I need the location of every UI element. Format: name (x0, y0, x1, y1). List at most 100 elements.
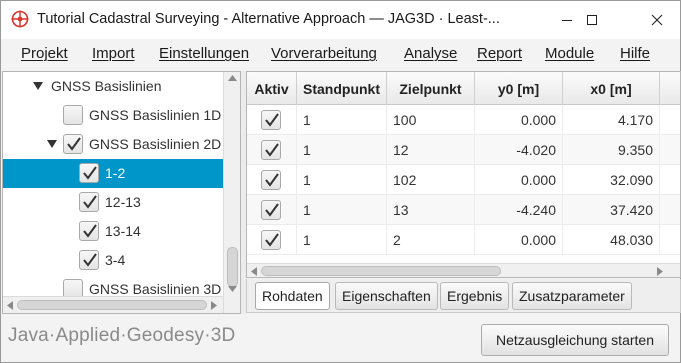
scroll-thumb[interactable] (227, 247, 238, 287)
checkbox[interactable] (261, 200, 281, 220)
expand-arrow-icon[interactable] (33, 82, 43, 90)
brand-label: Java·Applied·Geodesy·3D (8, 325, 236, 346)
menu-einstellungen[interactable]: Einstellungen (159, 45, 249, 62)
tree-item-gnss-2d[interactable]: GNSS Basislinien 2D (3, 130, 223, 159)
tree-vertical-scrollbar[interactable] (223, 72, 240, 313)
checkbox[interactable] (261, 140, 281, 160)
aktiv-cell[interactable] (247, 225, 297, 255)
checkmark-icon (83, 253, 97, 267)
zielpunkt-cell[interactable]: 100 (387, 105, 475, 135)
checkbox[interactable] (261, 230, 281, 250)
column-header-zielpunkt[interactable]: Zielpunkt (387, 72, 475, 105)
checkmark-icon (265, 113, 279, 127)
zielpunkt-cell[interactable]: 2 (387, 225, 475, 255)
scroll-right-icon[interactable] (657, 267, 663, 276)
tree-horizontal-scrollbar[interactable] (3, 296, 223, 313)
checkbox[interactable] (63, 105, 83, 125)
scroll-left-icon[interactable] (7, 301, 13, 310)
menu-hilfe[interactable]: Hilfe (620, 45, 650, 62)
checkbox[interactable] (261, 110, 281, 130)
y0-cell[interactable]: 0.000 (475, 165, 563, 195)
tree-item-1-2[interactable]: 1-2 (3, 159, 223, 188)
table-row[interactable]: 1 100 0.000 4.170 (247, 105, 680, 135)
standpunkt-cell[interactable]: 1 (297, 165, 387, 195)
data-tabs: Rohdaten Eigenschaften Ergebnis Zusatzpa… (246, 279, 681, 313)
table-horizontal-scrollbar[interactable] (247, 263, 680, 277)
x0-cell[interactable]: 32.090 (563, 165, 660, 195)
y0-cell[interactable]: -4.240 (475, 195, 563, 225)
tree-item-gnss-1d[interactable]: GNSS Basislinien 1D (3, 101, 223, 130)
checkbox[interactable] (63, 134, 83, 154)
scroll-right-icon[interactable] (211, 301, 217, 310)
aktiv-cell[interactable] (247, 135, 297, 165)
zielpunkt-cell[interactable]: 102 (387, 165, 475, 195)
x0-cell[interactable]: 48.030 (563, 225, 660, 255)
x0-cell[interactable]: 37.420 (563, 195, 660, 225)
column-header-aktiv[interactable]: Aktiv (247, 72, 297, 105)
table-row[interactable]: 1 13 -4.240 37.420 (247, 195, 680, 225)
observation-table[interactable]: Aktiv Standpunkt Zielpunkt y0 [m] x0 [m]… (246, 71, 681, 278)
tree-item-label: 13-14 (105, 223, 141, 239)
aktiv-cell[interactable] (247, 105, 297, 135)
app-window: Tutorial Cadastral Surveying - Alternati… (0, 0, 681, 363)
checkmark-icon (67, 137, 81, 151)
tab-zusatzparameter[interactable]: Zusatzparameter (512, 282, 632, 310)
start-adjustment-button[interactable]: Netzausgleichung starten (481, 324, 669, 356)
menu-analyse[interactable]: Analyse (404, 45, 457, 62)
tree-item-13-14[interactable]: 13-14 (3, 217, 223, 246)
x0-cell[interactable]: 9.350 (563, 135, 660, 165)
x0-cell[interactable]: 4.170 (563, 105, 660, 135)
project-tree[interactable]: GNSS Basislinien GNSS Basislinien 1D GNS… (2, 71, 241, 314)
checkbox[interactable] (261, 170, 281, 190)
table-row[interactable]: 1 12 -4.020 9.350 (247, 135, 680, 165)
table-row[interactable]: 1 102 0.000 32.090 (247, 165, 680, 195)
zielpunkt-cell[interactable]: 12 (387, 135, 475, 165)
y0-cell[interactable]: 0.000 (475, 225, 563, 255)
tree-item-gnss-basislinien[interactable]: GNSS Basislinien (3, 72, 223, 101)
y0-cell[interactable]: -4.020 (475, 135, 563, 165)
menu-vorverarbeitung[interactable]: Vorverarbeitung (271, 45, 377, 62)
column-header-standpunkt[interactable]: Standpunkt (297, 72, 387, 105)
table-row[interactable]: 1 2 0.000 48.030 (247, 225, 680, 255)
checkbox[interactable] (79, 163, 99, 183)
tree-item-3-4[interactable]: 3-4 (3, 246, 223, 275)
menu-module[interactable]: Module (545, 45, 594, 62)
scroll-thumb[interactable] (261, 266, 501, 276)
checkmark-icon (83, 166, 97, 180)
scroll-thumb[interactable] (17, 300, 207, 310)
footer-bar: Java·Applied·Geodesy·3D Netzausgleichung… (1, 315, 680, 362)
scroll-down-icon[interactable] (228, 286, 237, 292)
zielpunkt-cell[interactable]: 13 (387, 195, 475, 225)
checkbox[interactable] (79, 221, 99, 241)
scroll-up-icon[interactable] (228, 75, 237, 81)
standpunkt-cell[interactable]: 1 (297, 195, 387, 225)
window-title: Tutorial Cadastral Surveying - Alternati… (37, 11, 500, 27)
checkmark-icon (83, 195, 97, 209)
checkbox[interactable] (79, 192, 99, 212)
maximize-button[interactable] (569, 1, 615, 39)
aktiv-cell[interactable] (247, 195, 297, 225)
tree-item-12-13[interactable]: 12-13 (3, 188, 223, 217)
standpunkt-cell[interactable]: 1 (297, 105, 387, 135)
close-button[interactable] (634, 1, 680, 39)
column-header-y0[interactable]: y0 [m] (475, 72, 563, 105)
standpunkt-cell[interactable]: 1 (297, 225, 387, 255)
menu-projekt[interactable]: Projekt (21, 45, 68, 62)
menu-import[interactable]: Import (92, 45, 135, 62)
checkmark-icon (265, 203, 279, 217)
tab-eigenschaften[interactable]: Eigenschaften (335, 282, 438, 310)
standpunkt-cell[interactable]: 1 (297, 135, 387, 165)
expand-arrow-icon[interactable] (47, 140, 57, 148)
y0-cell[interactable]: 0.000 (475, 105, 563, 135)
column-header-x0[interactable]: x0 [m] (563, 72, 660, 105)
tab-rohdaten[interactable]: Rohdaten (255, 282, 330, 310)
tree-item-label: GNSS Basislinien (51, 78, 162, 94)
scroll-left-icon[interactable] (251, 267, 257, 276)
checkbox[interactable] (79, 250, 99, 270)
checkmark-icon (265, 173, 279, 187)
menu-report[interactable]: Report (477, 45, 522, 62)
title-bar[interactable]: Tutorial Cadastral Surveying - Alternati… (1, 1, 680, 39)
aktiv-cell[interactable] (247, 165, 297, 195)
tree-item-label: 3-4 (105, 252, 126, 268)
tab-ergebnis[interactable]: Ergebnis (440, 282, 510, 310)
